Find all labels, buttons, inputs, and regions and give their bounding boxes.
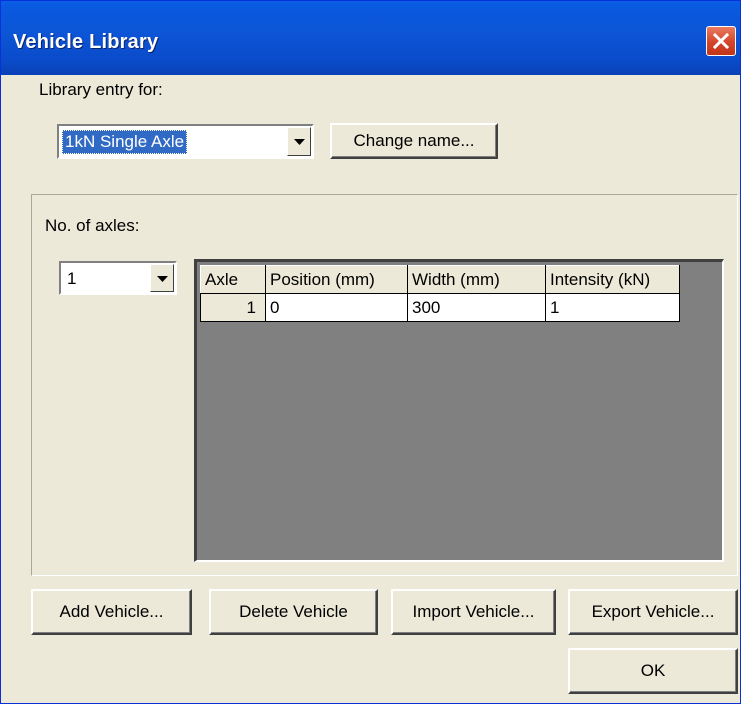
- axles-count-dropdown-button[interactable]: [150, 264, 174, 292]
- close-button[interactable]: [706, 26, 736, 56]
- chevron-down-icon: [294, 139, 305, 145]
- library-entry-dropdown-button[interactable]: [287, 127, 311, 156]
- axles-count-label: No. of axles:: [45, 216, 140, 235]
- library-entry-select[interactable]: 1kN Single Axle: [57, 124, 314, 159]
- column-header-position[interactable]: Position (mm): [265, 265, 408, 294]
- column-header-axle[interactable]: Axle: [200, 265, 266, 294]
- intensity-cell[interactable]: 1: [545, 293, 680, 322]
- library-entry-value: 1kN Single Axle: [62, 130, 188, 154]
- title-bar[interactable]: Vehicle Library: [1, 1, 740, 75]
- axle-grid: Axle Position (mm) Width (mm) Intensity …: [194, 259, 724, 562]
- vehicle-library-dialog: Vehicle Library Library entry for: 1kN S…: [0, 0, 741, 704]
- axle-number-cell: 1: [200, 293, 266, 322]
- column-header-width[interactable]: Width (mm): [407, 265, 546, 294]
- axles-count-value: 1: [67, 269, 77, 288]
- chevron-down-icon: [157, 276, 168, 282]
- axles-count-select[interactable]: 1: [59, 261, 177, 295]
- add-vehicle-button[interactable]: Add Vehicle...: [31, 589, 192, 635]
- table-header-row: Axle Position (mm) Width (mm) Intensity …: [200, 265, 680, 294]
- window-title: Vehicle Library: [13, 31, 159, 53]
- close-icon: [713, 33, 729, 49]
- export-vehicle-button[interactable]: Export Vehicle...: [568, 589, 738, 635]
- position-cell[interactable]: 0: [265, 293, 408, 322]
- library-entry-label: Library entry for:: [39, 80, 163, 99]
- delete-vehicle-button[interactable]: Delete Vehicle: [209, 589, 378, 635]
- import-vehicle-button[interactable]: Import Vehicle...: [391, 589, 556, 635]
- change-name-button[interactable]: Change name...: [330, 123, 498, 159]
- column-header-intensity[interactable]: Intensity (kN): [545, 265, 680, 294]
- table-row: 1 0 300 1: [200, 293, 680, 322]
- ok-button[interactable]: OK: [568, 648, 738, 694]
- axle-table: Axle Position (mm) Width (mm) Intensity …: [200, 265, 680, 322]
- width-cell[interactable]: 300: [407, 293, 546, 322]
